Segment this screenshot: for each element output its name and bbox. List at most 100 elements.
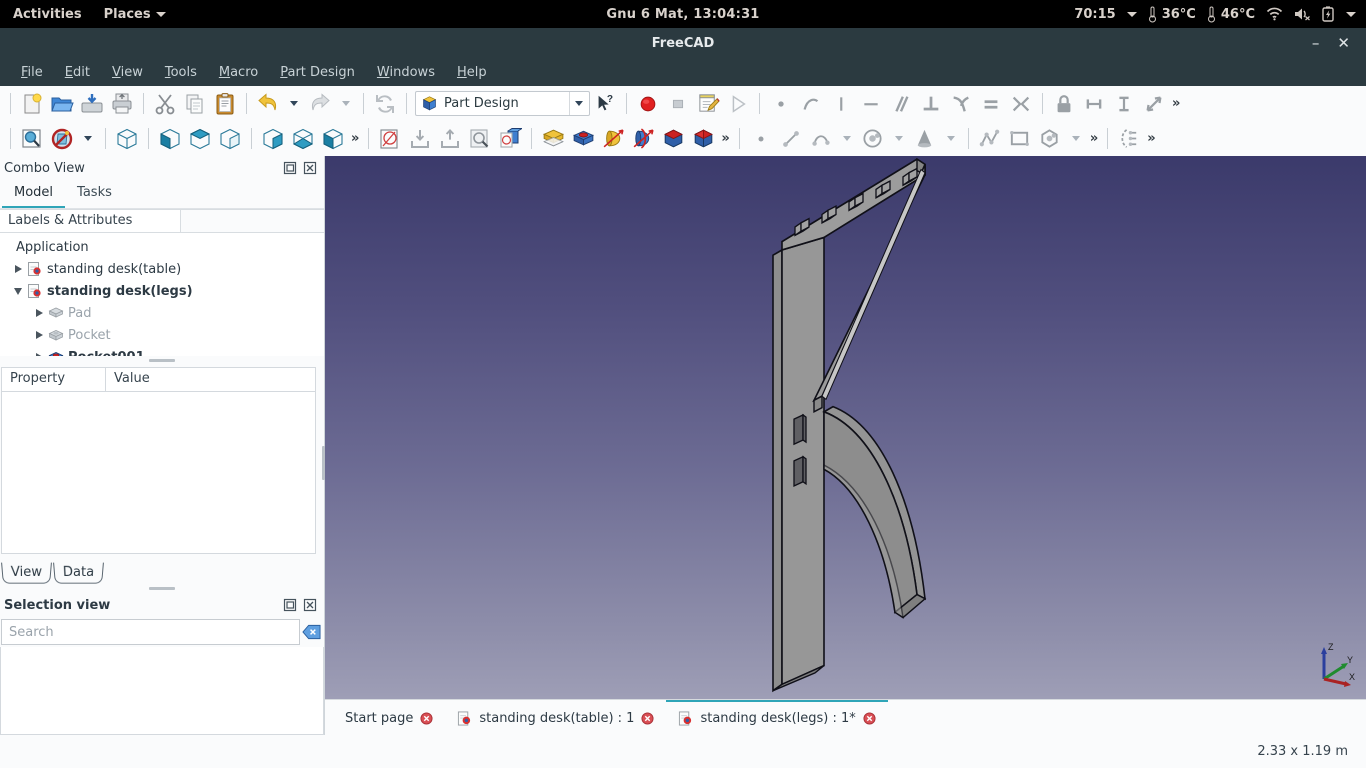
menu-view[interactable]: View (101, 62, 154, 83)
sketch-conic-dropdown-button[interactable] (940, 124, 962, 153)
tab-view[interactable]: View (1, 563, 52, 584)
draw-style-button[interactable] (47, 124, 77, 153)
undock-icon[interactable] (282, 597, 298, 613)
pocket-button[interactable] (568, 124, 598, 153)
print-button[interactable] (107, 89, 137, 118)
close-tab-icon[interactable] (863, 712, 876, 725)
menu-part-design[interactable]: Part Design (269, 62, 366, 83)
cut-button[interactable] (150, 89, 180, 118)
whats-this-button[interactable]: ? (590, 89, 620, 118)
groove-button[interactable] (628, 124, 658, 153)
clear-search-button[interactable] (300, 621, 322, 643)
workbench-dropdown-arrow[interactable] (569, 92, 587, 115)
tree-expand-arrow[interactable] (31, 331, 47, 339)
close-tab-icon[interactable] (420, 712, 433, 725)
constrain-point-on-object-button[interactable] (796, 89, 826, 118)
additive-primitive-button[interactable] (658, 124, 688, 153)
sketch-conic-button[interactable] (910, 124, 940, 153)
bottom-view-button[interactable] (288, 124, 318, 153)
top-view-button[interactable] (185, 124, 215, 153)
new-document-button[interactable] (17, 89, 47, 118)
constrain-symmetric-button[interactable] (1006, 89, 1036, 118)
undo-button[interactable] (253, 89, 283, 118)
close-tab-icon[interactable] (641, 712, 654, 725)
tree-item-standing-desk-table[interactable]: standing desk(table) (0, 258, 324, 280)
tree-expand-arrow[interactable] (31, 309, 47, 317)
export-sketch-button[interactable] (435, 124, 465, 153)
property-editor[interactable]: Property Value (1, 367, 316, 554)
front-view-button[interactable] (155, 124, 185, 153)
tree-property-splitter[interactable] (0, 356, 324, 365)
open-document-button[interactable] (47, 89, 77, 118)
redo-button[interactable] (305, 89, 335, 118)
left-view-button[interactable] (318, 124, 348, 153)
copy-button[interactable] (180, 89, 210, 118)
sketcher-visual-button[interactable] (1114, 124, 1144, 153)
constrain-perpendicular-button[interactable] (916, 89, 946, 118)
clock[interactable]: Gnu 6 Mat, 13:04:31 (0, 7, 1366, 22)
sketch-arc-button[interactable] (806, 124, 836, 153)
minimize-button[interactable]: – (1312, 36, 1320, 51)
macro-record-button[interactable] (633, 89, 663, 118)
macro-execute-button[interactable] (723, 89, 753, 118)
constrain-tangent-button[interactable] (946, 89, 976, 118)
paste-button[interactable] (210, 89, 240, 118)
tab-model[interactable]: Model (2, 181, 65, 208)
revolution-button[interactable] (598, 124, 628, 153)
constrain-vertical-button[interactable] (826, 89, 856, 118)
sketch-polygon-dropdown-button[interactable] (1065, 124, 1087, 153)
map-sketch-button[interactable] (495, 124, 525, 153)
menu-file[interactable]: File (10, 62, 54, 83)
tree-item-standing-desk-legs[interactable]: standing desk(legs) (0, 280, 324, 302)
document-tab-standing-desk-table[interactable]: standing desk(table) : 1 (445, 700, 666, 735)
constrain-block-button[interactable] (1049, 89, 1079, 118)
constrain-diagonal-distance-button[interactable] (1139, 89, 1169, 118)
create-sketch-button[interactable] (375, 124, 405, 153)
redo-history-button[interactable] (335, 89, 357, 118)
draw-style-dropdown-button[interactable] (77, 124, 99, 153)
close-panel-icon[interactable] (302, 160, 318, 176)
macro-edit-button[interactable] (693, 89, 723, 118)
import-sketch-button[interactable] (405, 124, 435, 153)
tree-item-pocket[interactable]: Pocket (0, 324, 324, 346)
document-tab-standing-desk-legs[interactable]: standing desk(legs) : 1* (666, 700, 887, 735)
rear-view-button[interactable] (258, 124, 288, 153)
tab-tasks[interactable]: Tasks (65, 181, 124, 208)
constrain-equal-button[interactable] (976, 89, 1006, 118)
tree-expand-arrow[interactable] (10, 265, 26, 273)
fit-all-button[interactable] (17, 124, 47, 153)
toolbar-end-overflow-button[interactable]: » (1144, 131, 1158, 146)
sketch-rectangle-button[interactable] (1005, 124, 1035, 153)
macro-stop-button[interactable] (663, 89, 693, 118)
property-rows-container[interactable] (2, 392, 315, 553)
sketch-circle-dropdown-button[interactable] (888, 124, 910, 153)
save-button[interactable] (77, 89, 107, 118)
menu-macro[interactable]: Macro (208, 62, 269, 83)
3d-viewport[interactable]: Z Y X (325, 156, 1366, 699)
tree-item-application[interactable]: Application (0, 236, 324, 258)
tree-collapse-arrow[interactable] (10, 288, 26, 295)
tab-data[interactable]: Data (53, 563, 104, 584)
view-sketch-button[interactable] (465, 124, 495, 153)
undock-icon[interactable] (282, 160, 298, 176)
subtractive-primitive-button[interactable] (688, 124, 718, 153)
tree-item-pad[interactable]: Pad (0, 302, 324, 324)
sketch-line-button[interactable] (776, 124, 806, 153)
navigation-axis-cross[interactable]: Z Y X (1310, 639, 1358, 691)
search-input[interactable] (1, 619, 300, 645)
views-overflow-button[interactable]: » (348, 131, 362, 146)
menu-tools[interactable]: Tools (154, 62, 208, 83)
tree-item-pocket001[interactable]: Pocket001 (0, 346, 324, 356)
geometry-overflow-button[interactable]: » (1087, 131, 1101, 146)
workbench-selector[interactable]: Part Design (415, 91, 590, 116)
constrain-distance-button[interactable] (1079, 89, 1109, 118)
right-view-button[interactable] (215, 124, 245, 153)
menu-edit[interactable]: Edit (54, 62, 101, 83)
close-panel-icon[interactable] (302, 597, 318, 613)
sketch-polygon-button[interactable] (1035, 124, 1065, 153)
sketch-point-button[interactable] (746, 124, 776, 153)
menu-windows[interactable]: Windows (366, 62, 446, 83)
sketch-circle-button[interactable] (858, 124, 888, 153)
refresh-button[interactable] (370, 89, 400, 118)
sketch-polyline-button[interactable] (975, 124, 1005, 153)
